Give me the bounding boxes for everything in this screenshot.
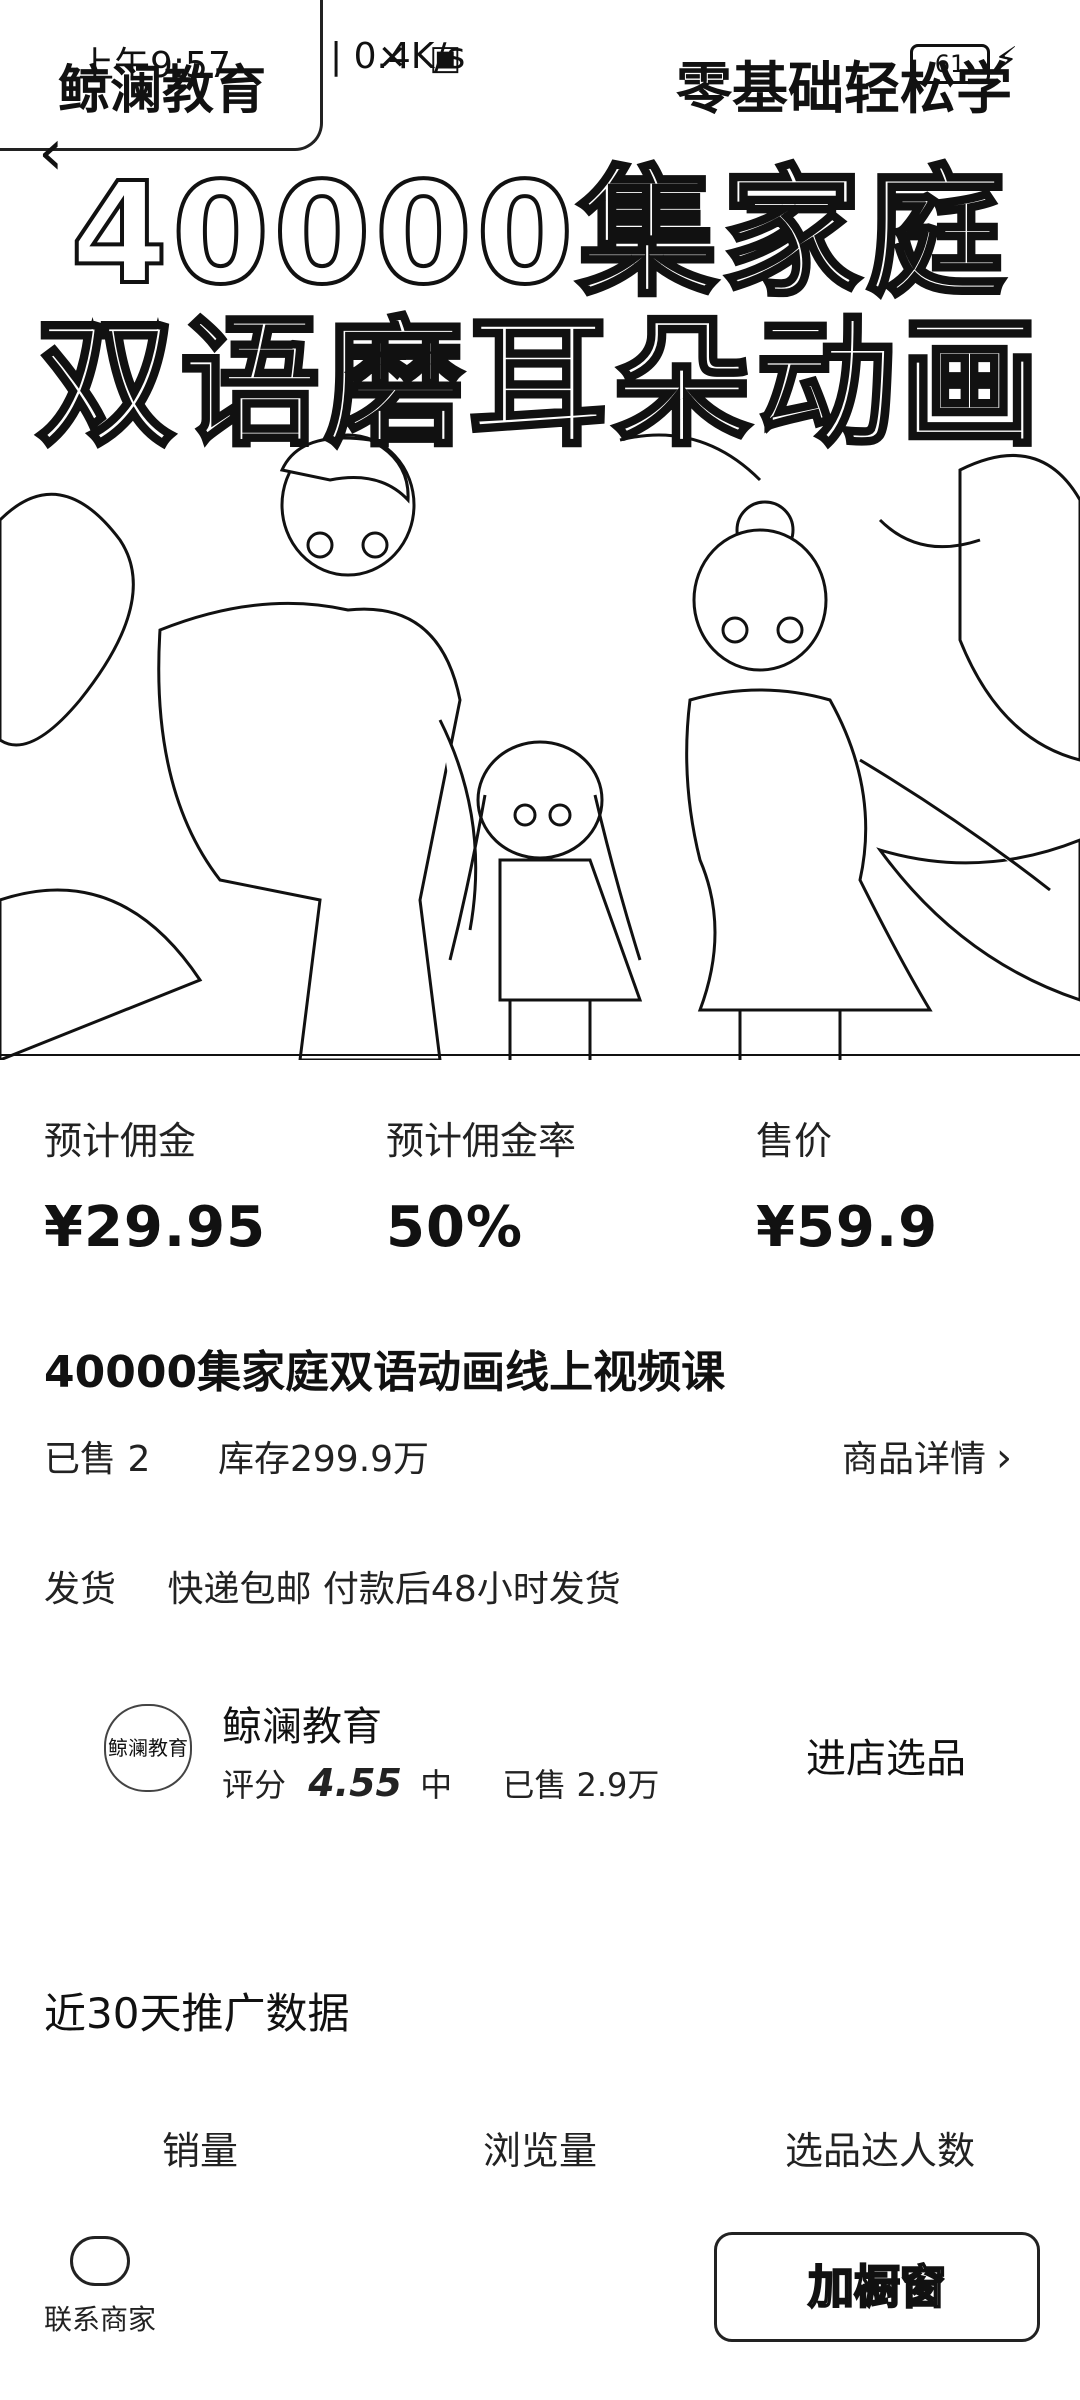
shop-name: 鲸澜教育 bbox=[222, 1704, 382, 1750]
enter-shop-button[interactable]: 进店选品 bbox=[806, 1726, 966, 1784]
sold-count: 已售 2 bbox=[44, 1439, 151, 1480]
promo-stats: 销量 2 浏览量 0 选品达人数 17 bbox=[0, 2120, 1080, 2241]
status-time: 上午9:57 bbox=[78, 45, 231, 86]
shop-card[interactable]: 鲸澜教育 鲸澜教育 评分 4.55 中 已售 2.9万 进店选品 bbox=[0, 1680, 1080, 1820]
shipping-label: 发货 bbox=[44, 1569, 117, 1610]
mom-figure bbox=[685, 500, 1051, 1060]
stock-count: 库存299.9万 bbox=[218, 1439, 430, 1480]
rate-value: 50% bbox=[386, 1195, 524, 1260]
charging-icon: ⚡ bbox=[994, 40, 1018, 80]
promo-section-title: 近30天推广数据 bbox=[44, 1989, 350, 2038]
commission-block: 预计佣金 ¥29.95 bbox=[44, 1110, 266, 1260]
status-bar: 上午9:57 | 0.4K/s ✕ ▣ 零基础轻松学 61 ⚡ bbox=[0, 0, 1080, 122]
contact-merchant-label: 联系商家 bbox=[43, 2303, 156, 2336]
commission-label: 预计佣金 bbox=[44, 1119, 197, 1163]
price-summary: 预计佣金 ¥29.95 预计佣金率 50% 售价 ¥59.9 bbox=[0, 1110, 1080, 1260]
child-figure bbox=[448, 740, 643, 1060]
stat-label: 销量 bbox=[161, 2129, 238, 2173]
hero-banner: 鲸澜教育 上午9:57 | 0.4K/s ✕ ▣ 零基础轻松学 61 ⚡ ‹ 4… bbox=[0, 0, 1080, 1060]
hero-title-line2: 双语磨耳朵动画 bbox=[34, 303, 1044, 466]
product-detail-label: 商品详情 bbox=[842, 1439, 987, 1480]
product-title: 40000集家庭双语动画线上视频课 bbox=[44, 1347, 726, 1398]
stat-label: 选品达人数 bbox=[784, 2129, 975, 2173]
sale-price-value: ¥59.9 bbox=[756, 1195, 939, 1260]
bottom-action-bar: 联系商家 加橱窗 bbox=[0, 2200, 1080, 2400]
rate-label: 预计佣金率 bbox=[386, 1119, 577, 1163]
add-to-showcase-button[interactable]: 加橱窗 bbox=[714, 2232, 1040, 2342]
stat-label: 浏览量 bbox=[482, 2129, 597, 2173]
shop-score-level: 中 bbox=[420, 1766, 453, 1804]
product-detail-link[interactable]: 商品详情 › bbox=[842, 1430, 1012, 1482]
shipping-row: 发货 快递包邮 付款后48小时发货 bbox=[44, 1560, 621, 1612]
dad-figure bbox=[157, 433, 478, 1060]
battery-icon: 61 bbox=[910, 44, 990, 84]
shipping-value: 快递包邮 付款后48小时发货 bbox=[167, 1569, 621, 1610]
shop-logo: 鲸澜教育 bbox=[104, 1704, 192, 1792]
contact-merchant-button[interactable]: 联系商家 bbox=[40, 2236, 160, 2338]
rate-block: 预计佣金率 50% bbox=[386, 1110, 576, 1260]
hero-title-line1: 40000集家庭 bbox=[68, 153, 1010, 316]
chat-bubble-icon bbox=[70, 2236, 130, 2286]
shop-sold: 已售 2.9万 bbox=[502, 1766, 660, 1804]
chevron-right-icon: › bbox=[996, 1435, 1013, 1481]
shop-score-value: 4.55 bbox=[308, 1761, 402, 1805]
sale-price-label: 售价 bbox=[756, 1119, 833, 1163]
status-icons: ✕ ▣ bbox=[378, 38, 468, 78]
shop-meta: 评分 4.55 中 已售 2.9万 bbox=[222, 1760, 659, 1806]
shop-score-label: 评分 bbox=[222, 1766, 287, 1804]
commission-value: ¥29.95 bbox=[44, 1195, 267, 1260]
sale-price-block: 售价 ¥59.9 bbox=[756, 1110, 938, 1260]
